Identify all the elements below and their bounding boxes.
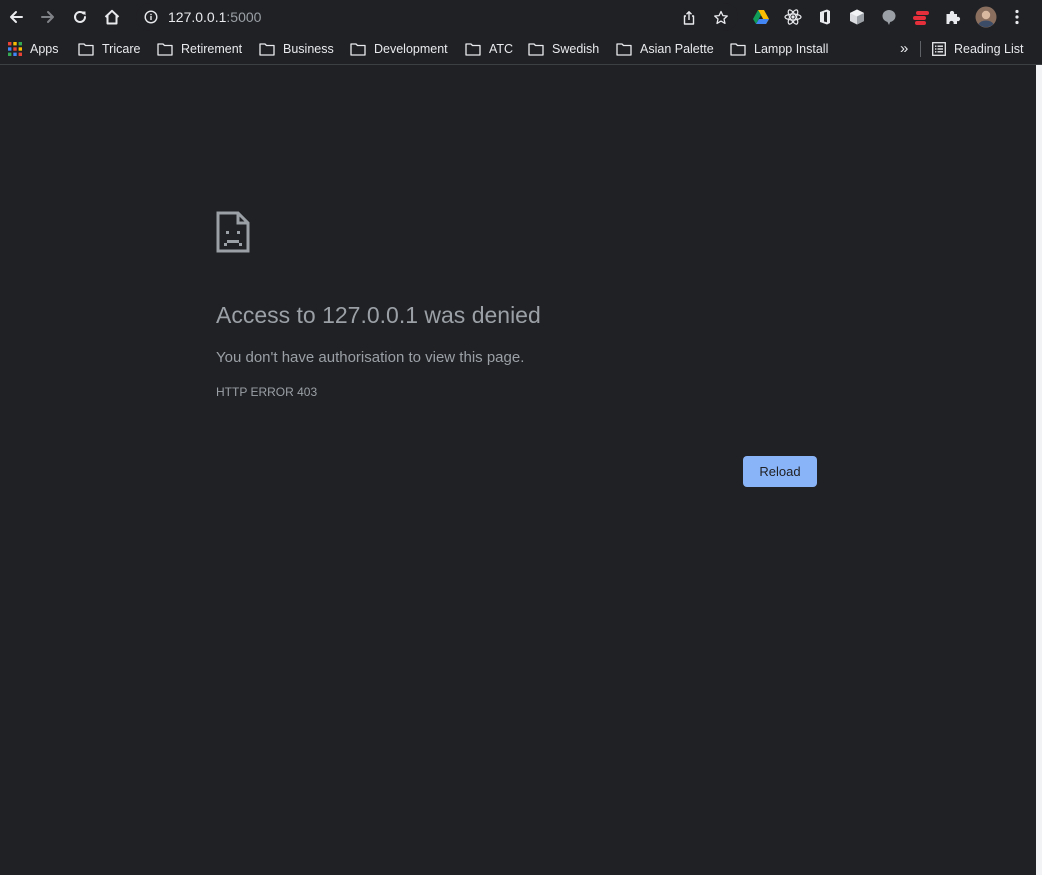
reading-list-icon: [932, 42, 946, 56]
bookmark-label: Retirement: [181, 42, 243, 56]
bookmarks-bar: Apps Tricare Retirement Business Develop…: [0, 34, 1042, 65]
cube-icon[interactable]: [848, 8, 866, 26]
bookmark-folder-swedish[interactable]: Swedish: [528, 41, 599, 57]
google-drive-icon[interactable]: [752, 8, 770, 26]
folder-icon: [350, 43, 366, 56]
bookmark-label: Tricare: [102, 42, 141, 56]
folder-icon: [259, 43, 275, 56]
office-icon[interactable]: [816, 8, 834, 26]
bookmark-apps[interactable]: Apps: [8, 41, 59, 57]
error-title: Access to 127.0.0.1 was denied: [216, 302, 541, 328]
bookmark-label: Lampp Install: [754, 42, 829, 56]
window-edge: [1036, 65, 1042, 875]
bookmarks-overflow-button[interactable]: »: [900, 41, 908, 57]
error-description: You don't have authorisation to view thi…: [216, 349, 525, 366]
share-icon[interactable]: [681, 10, 697, 26]
folder-icon: [730, 43, 746, 56]
bookmark-label: Business: [283, 42, 334, 56]
folder-icon: [465, 43, 481, 56]
apps-grid-icon: [8, 42, 22, 56]
url-text: 127.0.0.1:5000: [168, 9, 261, 25]
url-host: 127.0.0.1: [168, 9, 227, 25]
info-icon[interactable]: [144, 10, 158, 24]
address-bar[interactable]: 127.0.0.1:5000: [136, 3, 738, 31]
speech-bubble-icon[interactable]: [880, 8, 898, 26]
overflow-chevron: »: [900, 40, 909, 57]
bookmark-folder-atc[interactable]: ATC: [465, 41, 513, 57]
red-extension-icon[interactable]: [912, 8, 930, 26]
bookmark-folder-asian-palette[interactable]: Asian Palette: [616, 41, 714, 57]
home-button[interactable]: [99, 4, 125, 30]
bookmark-folder-development[interactable]: Development: [350, 41, 448, 57]
more-menu-icon[interactable]: [1008, 8, 1026, 26]
bookmark-folder-lampp-install[interactable]: Lampp Install: [730, 41, 828, 57]
sad-document-icon: [216, 211, 250, 253]
reload-button[interactable]: Reload: [743, 456, 817, 487]
bookmark-label: Development: [374, 42, 448, 56]
folder-icon: [78, 43, 94, 56]
bookmark-label: Apps: [30, 42, 59, 56]
bookmarks-divider: [920, 41, 921, 57]
puzzle-icon[interactable]: [944, 8, 962, 26]
forward-arrow-icon: [41, 11, 54, 23]
folder-icon: [528, 43, 544, 56]
bookmark-label: Asian Palette: [640, 42, 714, 56]
folder-icon: [157, 43, 173, 56]
home-icon: [104, 9, 120, 25]
reload-icon: [74, 10, 86, 23]
browser-toolbar: 127.0.0.1:5000: [0, 0, 1042, 34]
back-arrow-icon: [10, 11, 23, 23]
browser-window: 127.0.0.1:5000 Apps Tricare Retirement B…: [0, 0, 1042, 875]
url-port: :5000: [226, 9, 262, 25]
bookmark-star-icon[interactable]: [713, 10, 729, 26]
bookmark-folder-tricare[interactable]: Tricare: [78, 41, 140, 57]
back-button[interactable]: [3, 4, 29, 30]
forward-button[interactable]: [35, 4, 61, 30]
reading-list-button[interactable]: Reading List: [932, 41, 1024, 57]
bookmark-folder-business[interactable]: Business: [259, 41, 334, 57]
react-devtools-icon[interactable]: [784, 8, 802, 26]
error-code: HTTP ERROR 403: [216, 385, 318, 399]
bookmark-folder-retirement[interactable]: Retirement: [157, 41, 242, 57]
reload-toolbar-button[interactable]: [67, 4, 93, 30]
bookmark-label: ATC: [489, 42, 514, 56]
profile-avatar-icon[interactable]: [975, 6, 997, 28]
reading-list-label: Reading List: [954, 42, 1024, 56]
folder-icon: [616, 43, 632, 56]
bookmark-label: Swedish: [552, 42, 600, 56]
error-page: Access to 127.0.0.1 was denied You don't…: [0, 65, 1036, 875]
